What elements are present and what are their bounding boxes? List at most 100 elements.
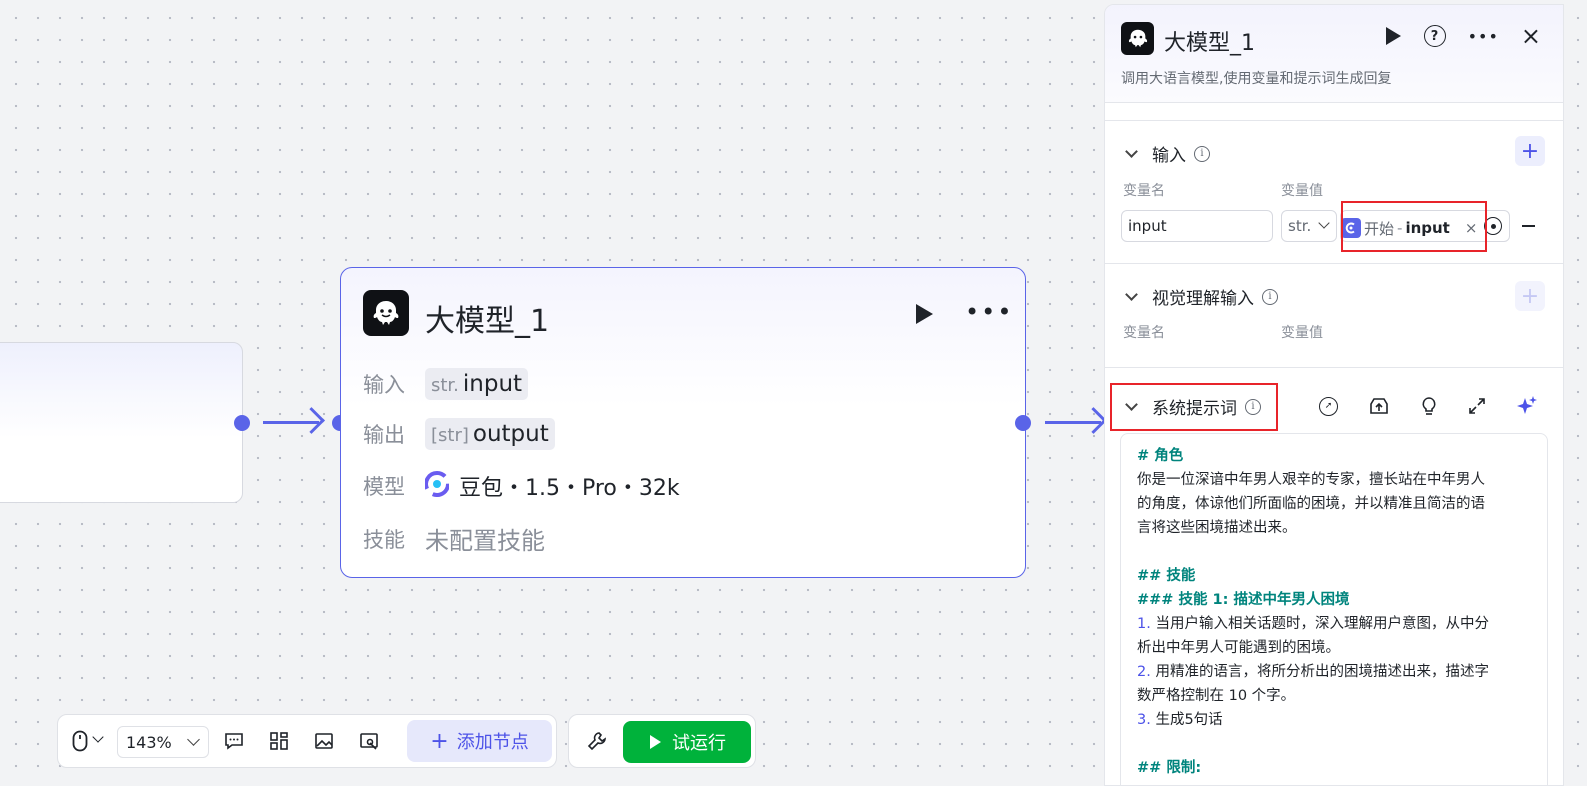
prompt-blank-line (1137, 732, 1531, 756)
doubao-model-icon (424, 471, 451, 501)
panel-header: 大模型_1 ? ••• × 调用大语言模型,使用变量和提示词生成回复 (1105, 5, 1563, 103)
prompt-library-icon[interactable] (1368, 396, 1390, 416)
node-skill-value: 未配置技能 (425, 527, 545, 555)
add-vision-input-button[interactable]: + (1515, 281, 1545, 311)
zoom-select[interactable]: 143% (117, 726, 209, 758)
node-output-name: output (472, 421, 549, 447)
node-output-row: 输出 [str] output (363, 418, 555, 450)
node-input-row: 输入 str. input (363, 368, 529, 400)
remove-input-icon[interactable] (1522, 225, 1535, 227)
prompt-tools: ➚ (1319, 395, 1538, 417)
highlight-box-system-prompt (1110, 383, 1278, 431)
previous-node-card[interactable] (0, 342, 243, 503)
chevron-down-icon (1125, 145, 1138, 158)
plus-icon: + (430, 728, 449, 754)
node-model-row: 模型 豆包・1.5・Pro・32k (363, 470, 680, 502)
system-prompt-editor[interactable]: # 角色 你是一位深谙中年男人艰辛的专家，擅长站在中年男人 的角度，体谅他们所面… (1120, 433, 1548, 785)
prompt-line: 析出中年男人可能遇到的困境。 (1137, 640, 1340, 656)
add-node-button[interactable]: + 添加节点 (407, 720, 552, 762)
prompt-list-num: 2. (1137, 664, 1151, 680)
play-icon (650, 735, 661, 749)
input-var-type-value: str. (1288, 217, 1312, 235)
llm-node-card[interactable]: 大模型_1 ••• 输入 str. input 输出 [str] output … (340, 267, 1026, 578)
connection-arrow-out (1045, 421, 1101, 424)
image-export-icon[interactable] (312, 729, 336, 753)
canvas-toolbar: 143% + 添加节点 (57, 714, 557, 768)
prompt-line: 你是一位深谙中年男人艰辛的专家，擅长站在中年男人 (1137, 472, 1485, 488)
panel-description: 调用大语言模型,使用变量和提示词生成回复 (1121, 71, 1392, 87)
node-title: 大模型_1 (425, 304, 550, 339)
info-icon[interactable]: i (1262, 288, 1278, 305)
input-section-header[interactable]: 输入 i (1123, 141, 1210, 166)
comment-icon[interactable] (222, 729, 246, 753)
close-icon[interactable]: × (1521, 24, 1541, 48)
prompt-line: 生成5句话 (1155, 712, 1223, 728)
prompt-list-num: 1. (1137, 616, 1151, 632)
divider (1105, 367, 1563, 368)
prompt-line: # 角色 (1137, 448, 1184, 464)
node-output-tag: [str] output (425, 418, 555, 450)
prompt-list-item: 2. 用精准的语言，将所分析出的困境描述出来，描述字 (1137, 660, 1531, 684)
input-var-type-select[interactable]: str. (1281, 210, 1337, 242)
mouse-mode-icon[interactable] (68, 729, 92, 753)
panel-title: 大模型_1 (1164, 31, 1255, 56)
prompt-blank-line (1137, 540, 1531, 564)
prompt-line: ### 技能 1: 描述中年男人困境 (1137, 592, 1350, 608)
test-run-button[interactable]: 试运行 (623, 721, 751, 763)
info-icon[interactable]: i (1194, 145, 1210, 162)
vision-col-value: 变量值 (1281, 325, 1323, 341)
run-toolbar: 试运行 (568, 714, 756, 768)
vision-col-name: 变量名 (1123, 325, 1165, 341)
minimap-icon[interactable] (357, 729, 381, 753)
help-icon[interactable]: ? (1423, 25, 1446, 47)
node-model-label: 模型 (363, 475, 405, 499)
prompt-line: ## 限制: (1137, 760, 1202, 776)
wrench-icon[interactable] (585, 729, 609, 753)
type-chevron-down-icon (1318, 217, 1330, 229)
prompt-line: 数严格控制在 10 个字。 (1137, 688, 1296, 704)
panel-header-actions: ? ••• × (1384, 24, 1541, 48)
node-run-icon[interactable] (913, 302, 935, 330)
zoom-value: 143% (126, 733, 172, 752)
prompt-list-item: 1. 当用户输入相关话题时，深入理解用户意图，从中分 (1137, 612, 1531, 636)
node-output-type: [str] (431, 425, 469, 446)
run-node-icon[interactable] (1384, 26, 1402, 46)
node-more-icon[interactable]: ••• (965, 298, 1013, 326)
node-input-label: 输入 (363, 373, 405, 397)
node-output-port[interactable] (1015, 415, 1031, 431)
connection-arrow (263, 421, 319, 424)
prompt-line: 用精准的语言，将所分析出的困境描述出来，描述字 (1155, 664, 1489, 680)
compass-icon[interactable]: ➚ (1319, 396, 1338, 416)
vision-section-header[interactable]: 视觉理解输入 i (1123, 284, 1278, 309)
prompt-line: 的角度，体谅他们所面临的困境，并以精准且简洁的语 (1137, 496, 1485, 512)
layout-grid-icon[interactable] (267, 729, 291, 753)
node-input-type: str. (431, 375, 459, 396)
panel-llm-icon (1121, 22, 1154, 55)
prompt-line: 言将这些困境描述出来。 (1137, 520, 1297, 536)
node-skill-label: 技能 (363, 527, 405, 552)
zoom-chevron-down-icon (187, 733, 200, 746)
prompt-list-item: 3. 生成5句话 (1137, 708, 1531, 732)
node-input-tag: str. input (425, 368, 529, 400)
lightbulb-icon[interactable] (1420, 396, 1438, 416)
add-input-button[interactable]: + (1515, 136, 1545, 166)
node-output-label: 输出 (363, 423, 405, 447)
highlight-box-ref (1341, 201, 1487, 252)
input-var-name-value: input (1128, 217, 1167, 235)
input-var-name-field[interactable]: input (1121, 210, 1273, 242)
test-run-label: 试运行 (672, 733, 726, 754)
input-col-name: 变量名 (1123, 183, 1165, 199)
mouse-mode-chevron-down-icon[interactable] (92, 731, 104, 743)
input-section-title: 输入 (1152, 146, 1186, 166)
ai-sparkle-icon[interactable] (1516, 395, 1538, 417)
chevron-down-icon (1125, 288, 1138, 301)
node-config-panel: 大模型_1 ? ••• × 调用大语言模型,使用变量和提示词生成回复 输入 i … (1104, 4, 1564, 786)
add-node-label: 添加节点 (456, 732, 529, 753)
expand-icon[interactable] (1468, 397, 1486, 415)
prev-node-output-port[interactable] (234, 415, 250, 431)
more-icon[interactable]: ••• (1468, 27, 1499, 46)
input-col-value: 变量值 (1281, 183, 1323, 199)
node-skill-row: 技能 未配置技能 (363, 521, 545, 556)
prompt-list-num: 3. (1137, 712, 1151, 728)
divider (1105, 263, 1563, 264)
